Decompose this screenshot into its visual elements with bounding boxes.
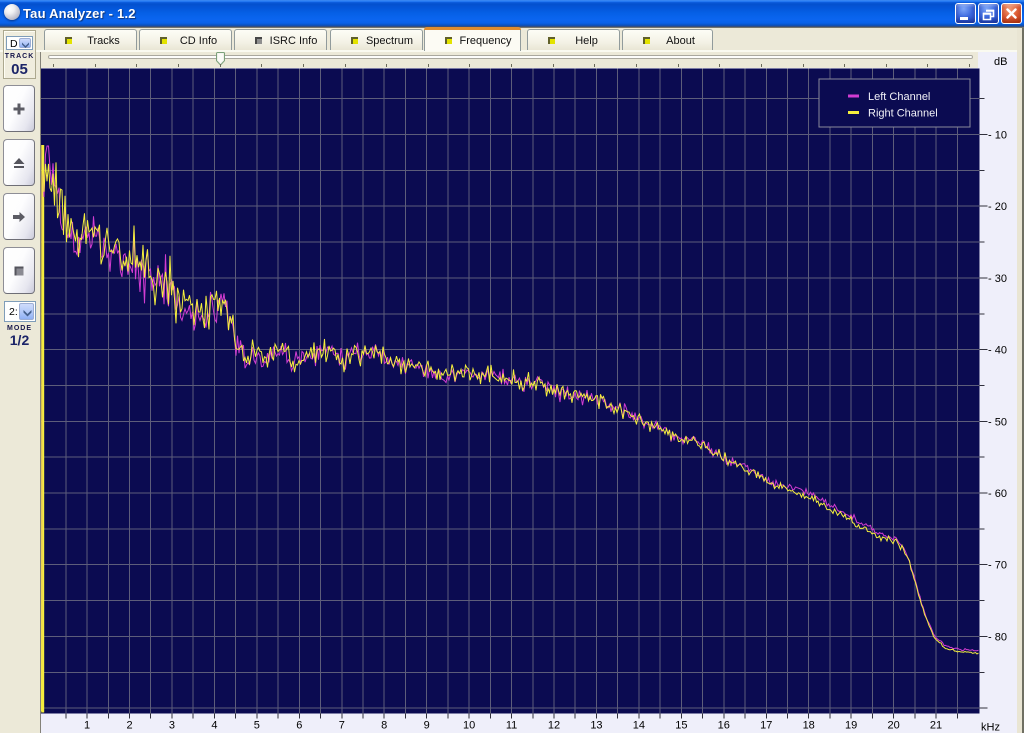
svg-text:21: 21 [930,720,942,732]
svg-text:6: 6 [296,720,302,732]
svg-text:5: 5 [254,720,260,732]
svg-text:- 20: - 20 [988,201,1007,213]
svg-text:17: 17 [760,720,772,732]
svg-text:1: 1 [84,720,90,732]
svg-text:Right Channel: Right Channel [868,108,938,120]
svg-text:- 60: - 60 [988,488,1007,500]
svg-text:18: 18 [803,720,815,732]
svg-text:dB: dB [994,56,1007,68]
svg-text:13: 13 [590,720,602,732]
svg-text:8: 8 [381,720,387,732]
svg-text:12: 12 [548,720,560,732]
svg-text:10: 10 [463,720,475,732]
svg-text:kHz: kHz [981,722,1000,733]
svg-text:- 80: - 80 [988,631,1007,643]
svg-text:9: 9 [424,720,430,732]
svg-text:- 70: - 70 [988,560,1007,572]
svg-text:19: 19 [845,720,857,732]
svg-text:2: 2 [126,720,132,732]
svg-text:15: 15 [675,720,687,732]
svg-text:Left Channel: Left Channel [868,91,930,103]
svg-text:- 30: - 30 [988,273,1007,285]
svg-text:7: 7 [339,720,345,732]
svg-text:4: 4 [211,720,217,732]
svg-text:- 50: - 50 [988,416,1007,428]
svg-text:16: 16 [718,720,730,732]
svg-text:14: 14 [633,720,645,732]
svg-text:- 40: - 40 [988,345,1007,357]
svg-text:11: 11 [506,720,517,732]
svg-text:3: 3 [169,720,175,732]
svg-text:20: 20 [887,720,899,732]
svg-text:- 10: - 10 [988,130,1007,142]
